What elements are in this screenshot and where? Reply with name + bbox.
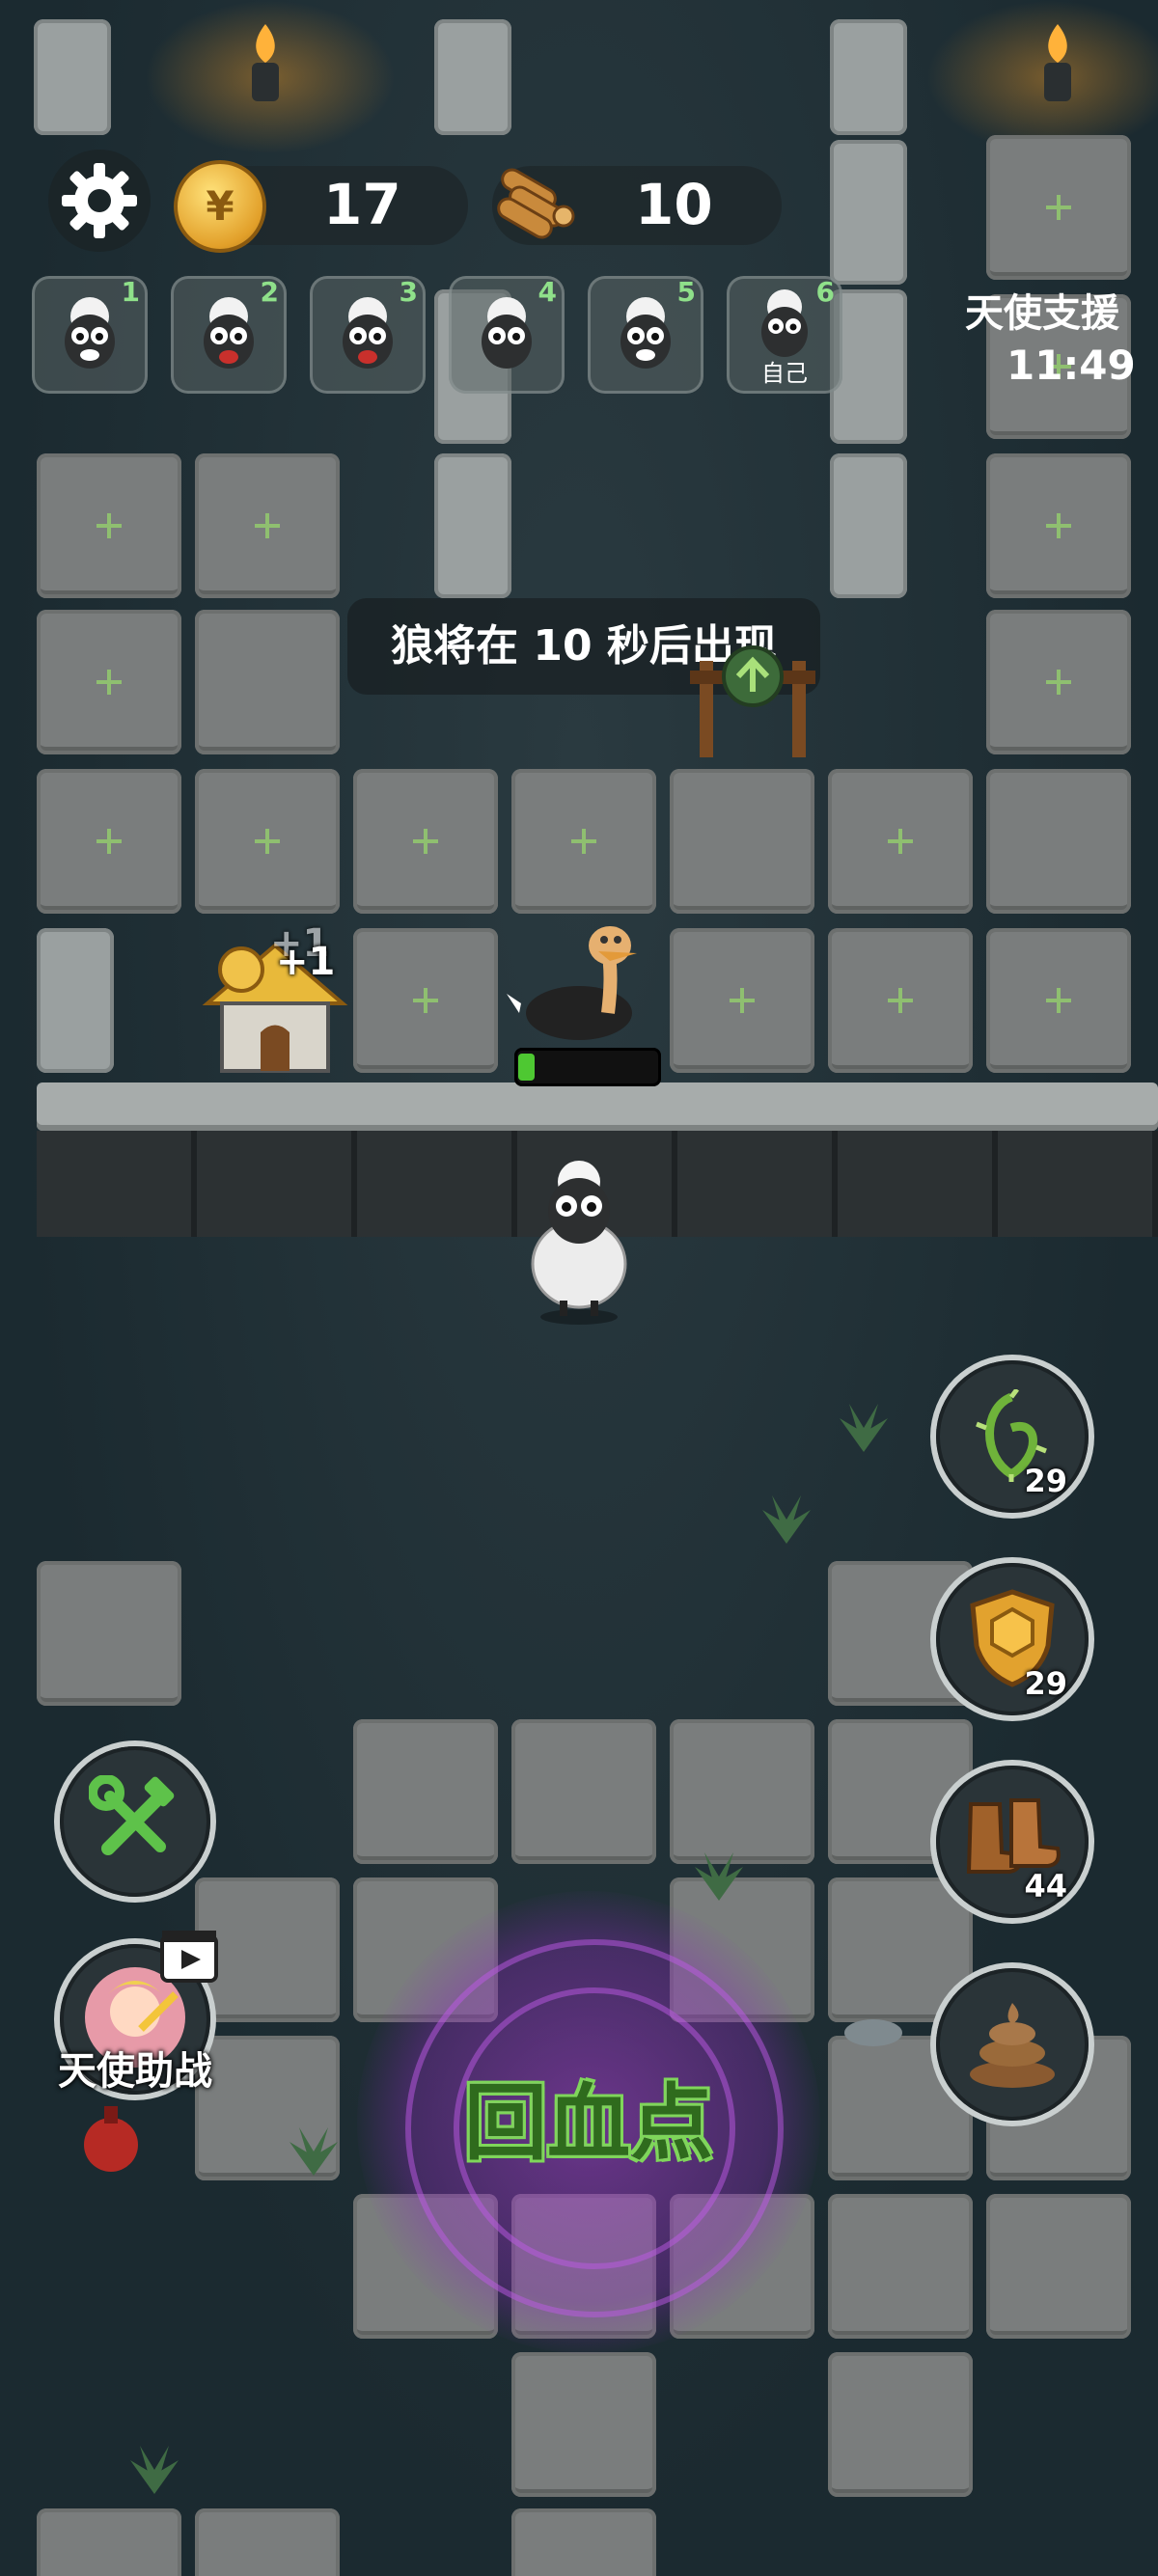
wood-count: 10 xyxy=(635,172,713,237)
angel-support-title: 天使支援 xyxy=(965,291,1119,336)
torch-icon xyxy=(252,24,279,101)
wood-logs-icon xyxy=(497,168,575,239)
angel-support-timer: 11:49 xyxy=(1006,342,1136,389)
slot-number: 2 xyxy=(260,276,279,308)
slot-number: 3 xyxy=(399,276,418,308)
player-slot[interactable]: 4 xyxy=(449,276,565,394)
item-count: 29 xyxy=(1024,1665,1067,1702)
enemy-health-bar xyxy=(514,1048,661,1086)
player-slot[interactable]: 3 xyxy=(310,276,426,394)
enemy-health-fill xyxy=(518,1054,535,1081)
slot-number: 6 xyxy=(815,276,835,308)
ostrich-enemy-icon xyxy=(507,926,637,1040)
sheep-avatar-icon xyxy=(482,297,532,369)
boots-item-button[interactable]: 44 xyxy=(936,1766,1089,1918)
sheep-avatar-icon xyxy=(204,297,254,369)
shield-item-button[interactable]: 29 xyxy=(936,1563,1089,1715)
sheep-avatar-icon xyxy=(761,289,808,357)
coin-counter: ¥ 17 xyxy=(174,160,468,253)
wood-counter: 10 xyxy=(492,166,782,245)
player-slot[interactable]: 1 xyxy=(32,276,148,394)
bush-icon xyxy=(840,1404,888,1452)
angel-assist-label: 天使助战 xyxy=(58,2049,212,2094)
red-potion-icon xyxy=(84,2106,138,2172)
slot-number: 4 xyxy=(538,276,557,308)
rock-icon xyxy=(844,2019,902,2046)
bush-icon xyxy=(290,2127,338,2176)
sheep-avatar-icon xyxy=(343,297,393,369)
bush-icon xyxy=(762,1495,811,1544)
slot-number: 1 xyxy=(121,276,140,308)
sheep-avatar-icon xyxy=(620,297,671,369)
player-slot[interactable]: 5 xyxy=(588,276,703,394)
gate-spawner-icon[interactable] xyxy=(690,632,815,762)
player-slot-self[interactable]: 6 自己 xyxy=(727,276,842,394)
thorn-item-button[interactable]: 29 xyxy=(936,1360,1089,1513)
player-slot[interactable]: 2 xyxy=(171,276,287,394)
video-ad-icon xyxy=(160,1931,218,1983)
poop-icon xyxy=(970,2003,1055,2088)
poop-item-button[interactable] xyxy=(936,1968,1089,2121)
coin-count: 17 xyxy=(323,172,401,237)
torch-icon xyxy=(1044,24,1071,101)
self-tag: 自己 xyxy=(761,360,808,387)
plus-one-popup: +1 xyxy=(276,940,336,984)
item-count: 44 xyxy=(1024,1868,1067,1905)
gear-icon xyxy=(62,163,137,238)
sheep-avatar-icon xyxy=(65,297,115,369)
build-button[interactable] xyxy=(60,1746,210,1897)
slot-number: 5 xyxy=(676,276,696,308)
game-stage: 回血点 ¥ 17 10 1 2 3 4 5 6 自己 天使支援 11:49 狼将… xyxy=(0,0,1158,2576)
settings-button[interactable] xyxy=(48,150,151,252)
player-sheep-icon xyxy=(531,1161,627,1325)
coin-icon: ¥ xyxy=(174,160,266,253)
bush-icon xyxy=(130,2446,179,2494)
item-count: 29 xyxy=(1024,1463,1067,1499)
wrench-hammer-icon xyxy=(89,1775,175,1855)
bush-icon xyxy=(695,1852,743,1901)
heal-zone-label: 回血点 xyxy=(464,2075,713,2172)
